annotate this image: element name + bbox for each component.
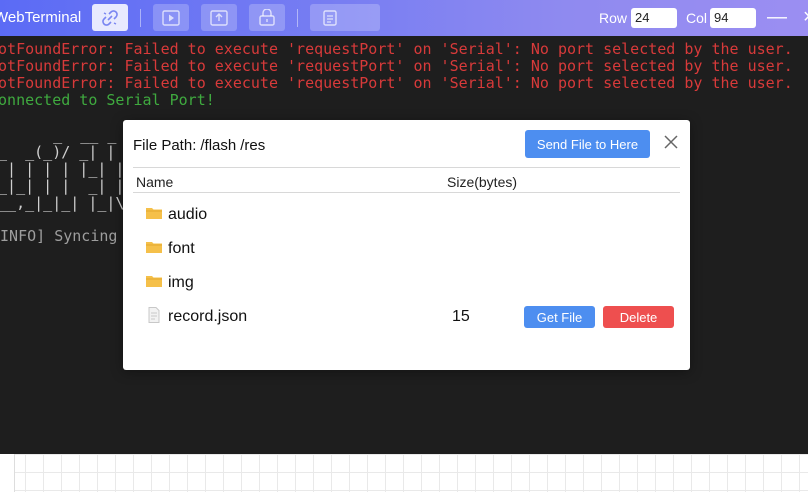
link-icon (100, 8, 120, 28)
file-name: record.json (168, 308, 248, 325)
run-button[interactable] (153, 4, 189, 31)
folder-icon (145, 239, 163, 255)
row-input[interactable]: 24 (631, 8, 677, 28)
file-name: audio (168, 206, 208, 223)
file-row-record-json[interactable]: record.json 15 Get File Delete (133, 299, 680, 333)
file-path-title: File Path:/flash/res (133, 137, 265, 154)
download-icon (257, 8, 277, 27)
file-table-header: Name Size(bytes) (133, 167, 680, 193)
minimize-button[interactable]: — (767, 6, 787, 28)
folder-icon (145, 273, 163, 289)
terminal-line: NotFoundError: Failed to execute 'reques… (0, 40, 793, 58)
file-name: font (168, 240, 195, 257)
grid-panel (0, 454, 808, 492)
app-title: WebTerminal (0, 9, 82, 26)
terminal-line: NotFoundError: Failed to execute 'reques… (0, 57, 793, 75)
breadcrumb-flash[interactable]: /flash (200, 137, 236, 154)
run-icon (161, 9, 181, 27)
file-name: img (168, 274, 194, 291)
upload-icon (209, 9, 229, 27)
connect-button[interactable] (92, 4, 128, 31)
folder-icon (145, 205, 163, 221)
download-button[interactable] (249, 4, 285, 31)
terminal-info-line: [INFO] Syncing r (0, 227, 136, 245)
toolbar-divider (140, 9, 141, 27)
file-manager-button[interactable] (310, 4, 380, 31)
send-file-button[interactable]: Send File to Here (525, 130, 650, 158)
delete-button[interactable]: Delete (603, 306, 674, 328)
column-name: Name (136, 174, 174, 190)
grid-canvas[interactable] (14, 454, 808, 492)
row-label: Row (599, 10, 628, 26)
close-window-button[interactable]: × (803, 6, 808, 28)
file-icon (322, 9, 338, 27)
file-row-font[interactable]: font (133, 231, 680, 265)
ascii-art-line: __|_| | | _| | (0, 177, 125, 195)
top-toolbar: WebTerminal Row 24 Col 94 — (0, 0, 808, 36)
terminal-line: NotFoundError: Failed to execute 'reques… (0, 74, 793, 92)
col-input[interactable]: 94 (710, 8, 756, 28)
file-row-img[interactable]: img (133, 265, 680, 299)
close-icon[interactable] (663, 133, 679, 151)
terminal-line: Connected to Serial Port! (0, 91, 215, 109)
file-size: 15 (452, 308, 470, 325)
file-icon (145, 307, 163, 323)
get-file-button[interactable]: Get File (524, 306, 595, 328)
column-size: Size(bytes) (447, 174, 518, 190)
ascii-art-line: ___,_|_|_| |_|\ (0, 194, 125, 212)
file-row-audio[interactable]: audio (133, 197, 680, 231)
breadcrumb-res[interactable]: /res (240, 137, 265, 154)
ascii-art-line: __ _(_)/ _| | (0, 143, 116, 161)
toolbar-divider (297, 9, 298, 27)
file-browser-dialog: File Path:/flash/res Send File to Here N… (123, 120, 690, 370)
col-label: Col (686, 10, 708, 26)
ascii-art-line: | | | | |_| |/ (0, 160, 134, 178)
upload-button[interactable] (201, 4, 237, 31)
file-path-label: File Path: (133, 137, 197, 154)
ascii-art-line: _ __ _ (0, 126, 117, 144)
